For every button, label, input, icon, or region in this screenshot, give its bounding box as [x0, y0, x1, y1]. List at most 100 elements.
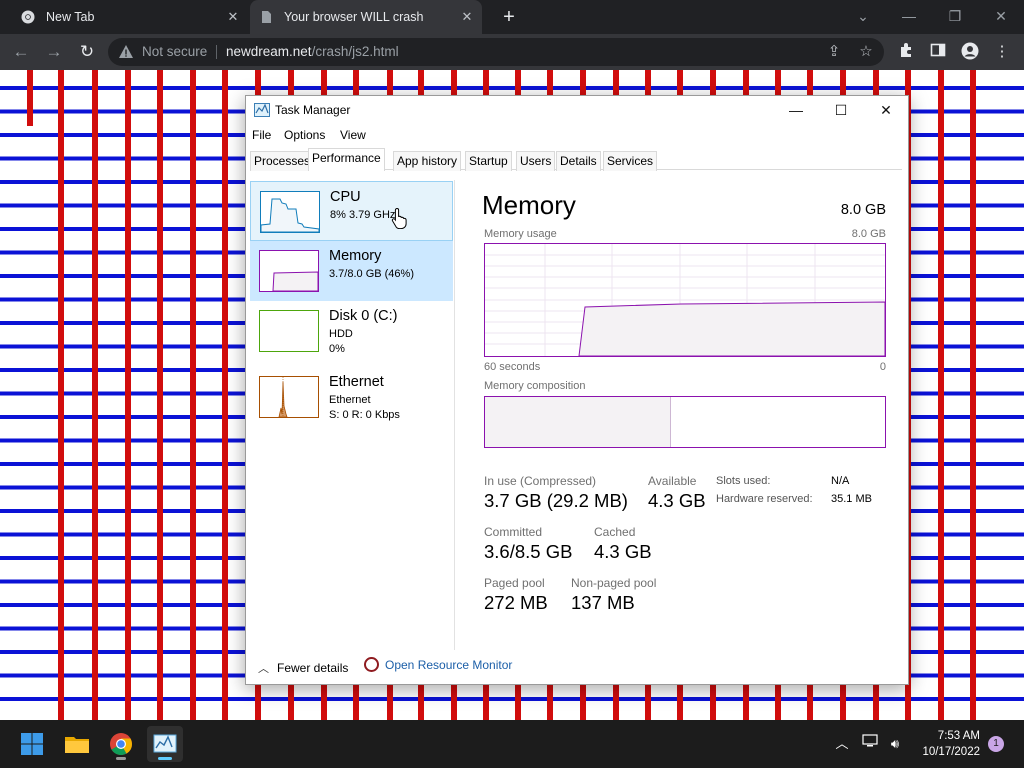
- sidebar-item-label: Ethernet: [329, 374, 384, 390]
- close-tab-icon[interactable]: ✕: [224, 8, 242, 26]
- tab-app-history[interactable]: App history: [393, 151, 462, 171]
- warning-icon: [118, 44, 134, 60]
- sidebar-item-label: CPU: [330, 189, 361, 205]
- profile-icon[interactable]: [960, 42, 980, 62]
- restore-icon[interactable]: ❐: [942, 4, 968, 28]
- memory-usage-label: Memory usage: [484, 228, 557, 240]
- tab-services[interactable]: Services: [603, 151, 658, 171]
- slots-used-value: N/A: [831, 475, 850, 487]
- paged-pool-value: 272 MB: [484, 592, 548, 613]
- cached-value: 4.3 GB: [594, 541, 652, 562]
- graph-axis-right: 0: [879, 361, 886, 373]
- new-tab-plus-icon[interactable]: +: [498, 6, 520, 28]
- window-title: Task Manager: [275, 103, 351, 117]
- memory-composition-label: Memory composition: [484, 380, 586, 392]
- tab-active-page[interactable]: Your browser WILL crash ✕: [250, 0, 482, 34]
- tab-title: New Tab: [46, 10, 95, 24]
- reload-icon[interactable]: ↻: [76, 41, 98, 63]
- page-icon: [258, 9, 274, 25]
- tab-processes[interactable]: Processes: [250, 151, 315, 171]
- active-indicator: [158, 757, 172, 760]
- performance-sidebar: CPU 8% 3.79 GHz Memory 3.7/8.0 GB (46%) …: [249, 180, 455, 650]
- clock-time: 7:53 AM: [937, 730, 980, 742]
- windows-logo-icon: [21, 733, 43, 755]
- task-manager-icon: [254, 103, 270, 117]
- menu-file[interactable]: File: [252, 128, 271, 142]
- hand-cursor-icon: [391, 207, 407, 229]
- more-menu-icon[interactable]: ⋮: [992, 42, 1012, 62]
- ethernet-thumbnail-graph: [259, 376, 319, 418]
- divider: [216, 45, 217, 59]
- task-manager-taskbar-button[interactable]: [147, 726, 183, 762]
- menu-bar: File Options View: [246, 126, 908, 146]
- close-icon[interactable]: ✕: [871, 100, 901, 120]
- system-clock[interactable]: 7:53 AM 10/17/2022: [922, 728, 980, 760]
- extensions-puzzle-icon[interactable]: [896, 42, 916, 62]
- available-value: 4.3 GB: [648, 490, 706, 511]
- maximize-icon[interactable]: ☐: [826, 100, 856, 120]
- tab-bar: Processes Performance App history Startu…: [250, 148, 902, 171]
- minimize-icon[interactable]: —: [896, 4, 922, 28]
- available-label: Available: [648, 474, 697, 488]
- security-label[interactable]: Not secure: [142, 44, 207, 59]
- tab-title: Your browser WILL crash: [284, 10, 424, 24]
- close-window-icon[interactable]: ✕: [988, 4, 1014, 28]
- folder-icon: [65, 737, 89, 753]
- graph-axis-left: 60 seconds: [484, 361, 541, 373]
- side-panel-icon[interactable]: [928, 42, 948, 62]
- tab-performance[interactable]: Performance: [308, 148, 385, 171]
- open-resource-monitor-link[interactable]: Open Resource Monitor: [364, 657, 512, 672]
- in-use-label: In use (Compressed): [484, 474, 597, 488]
- ethernet-throughput-text: S: 0 R: 0 Kbps: [329, 409, 400, 421]
- memory-usage-text: 3.7/8.0 GB (46%): [329, 268, 414, 280]
- notification-badge[interactable]: 1: [988, 736, 1004, 752]
- cpu-thumbnail-graph: [260, 191, 320, 233]
- non-paged-pool-value: 137 MB: [571, 592, 635, 613]
- detail-title: Memory: [482, 190, 576, 220]
- fewer-details-button[interactable]: ︿ Fewer details: [258, 660, 348, 676]
- browser-tab-strip: New Tab ✕ Your browser WILL crash ✕ + ⌄ …: [0, 0, 1024, 34]
- committed-value: 3.6/8.5 GB: [484, 541, 573, 562]
- resource-monitor-icon: [364, 657, 379, 672]
- title-bar[interactable]: Task Manager — ☐ ✕: [246, 96, 908, 124]
- sidebar-item-memory[interactable]: Memory 3.7/8.0 GB (46%): [250, 241, 453, 301]
- committed-label: Committed: [484, 525, 543, 539]
- non-paged-pool-label: Non-paged pool: [571, 576, 657, 590]
- memory-detail-panel: Memory 8.0 GB Memory usage 8.0 GB 60 sec…: [482, 180, 902, 650]
- ethernet-adapter-text: Ethernet: [329, 394, 371, 406]
- close-tab-icon[interactable]: ✕: [458, 8, 476, 26]
- disk-type-text: HDD: [329, 328, 353, 340]
- chrome-taskbar-button[interactable]: [103, 726, 139, 762]
- menu-view[interactable]: View: [340, 128, 366, 142]
- clock-date: 10/17/2022: [922, 746, 980, 758]
- sidebar-item-cpu[interactable]: CPU 8% 3.79 GHz: [250, 181, 453, 241]
- file-explorer-button[interactable]: [59, 726, 95, 762]
- network-icon[interactable]: [860, 734, 880, 754]
- tab-startup[interactable]: Startup: [465, 151, 512, 171]
- address-bar[interactable]: Not secure newdream.net/crash/js2.html ⇪…: [108, 38, 884, 66]
- memory-total: 8.0 GB: [840, 202, 886, 218]
- forward-arrow-icon[interactable]: →: [43, 41, 65, 63]
- bookmark-star-icon[interactable]: ☆: [856, 42, 876, 62]
- start-button[interactable]: [14, 726, 50, 762]
- sidebar-item-label: Memory: [329, 248, 382, 264]
- volume-icon[interactable]: 🔊︎: [885, 734, 905, 754]
- memory-in-use-segment: [485, 397, 671, 447]
- cpu-usage-text: 8% 3.79 GHz: [330, 209, 396, 221]
- tab-search-chevron-icon[interactable]: ⌄: [850, 4, 876, 28]
- minimize-icon[interactable]: —: [781, 100, 811, 120]
- url-text[interactable]: newdream.net/crash/js2.html: [226, 44, 399, 59]
- tab-users[interactable]: Users: [516, 151, 556, 171]
- tab-details[interactable]: Details: [556, 151, 601, 171]
- memory-composition-bar: [484, 396, 886, 448]
- back-arrow-icon[interactable]: ←: [10, 41, 32, 63]
- share-icon[interactable]: ⇪: [824, 42, 844, 62]
- tab-new-tab[interactable]: New Tab ✕: [20, 0, 242, 34]
- task-manager-window: Task Manager — ☐ ✕ File Options View Pro…: [245, 95, 909, 685]
- show-hidden-icons-chevron-icon[interactable]: ︿: [832, 734, 852, 754]
- sidebar-item-label: Disk 0 (C:): [329, 308, 398, 324]
- disk-usage-text: 0%: [329, 343, 345, 355]
- sidebar-item-ethernet[interactable]: Ethernet Ethernet S: 0 R: 0 Kbps: [250, 367, 453, 427]
- sidebar-item-disk[interactable]: Disk 0 (C:) HDD 0%: [250, 301, 453, 361]
- menu-options[interactable]: Options: [284, 128, 325, 142]
